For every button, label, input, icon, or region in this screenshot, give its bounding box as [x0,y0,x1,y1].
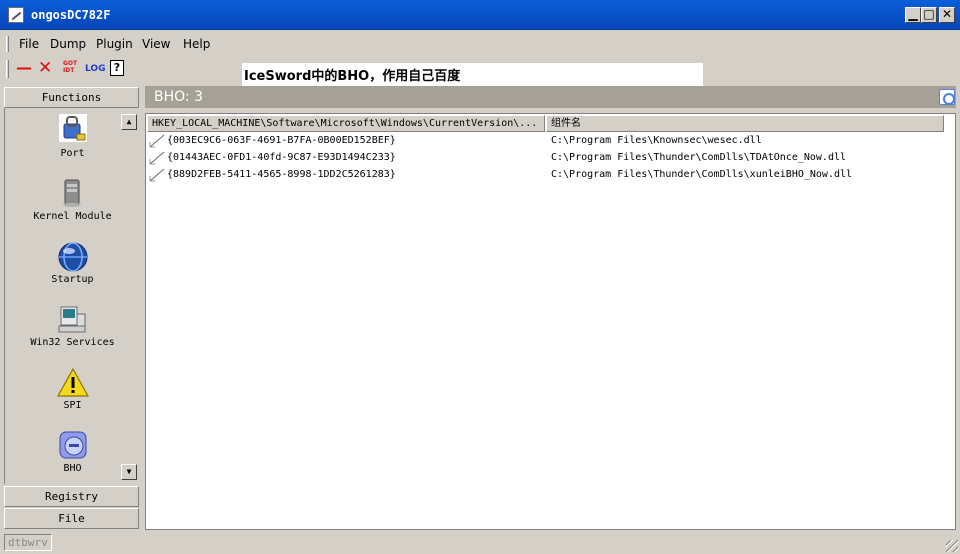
annotation-text: IceSword中的BHO，作用自己百度 [244,69,461,84]
row-path: C:\Program Files\Knownsec\wesec.dll [551,135,762,146]
toolbar-grip [6,60,9,78]
warning-icon[interactable] [56,367,90,397]
column-header-registry-key[interactable]: HKEY_LOCAL_MACHINE\Software\Microsoft\Wi… [147,115,545,132]
row-key: {003EC9C6-063F-4691-B7FA-0B00ED152BEF} [167,135,396,146]
scroll-up-button[interactable]: ▲ [121,114,137,130]
page-title: BHO: 3 [154,89,203,105]
func-kernel-module-label[interactable]: Kernel Module [5,211,140,222]
resize-grip-icon[interactable] [946,540,958,552]
bho-icon[interactable] [57,429,87,459]
func-spi-label[interactable]: SPI [5,400,140,411]
status-bar: dtbwrv [0,532,960,554]
functions-panel: Functions Port Kernel Module Startup Win… [4,86,140,530]
row-path: C:\Program Files\Thunder\ComDlls\xunleiB… [551,169,853,180]
registry-header[interactable]: Registry [4,486,139,507]
table-row[interactable]: {01443AEC-0FD1-40fd-9C87-E93D1494C233} C… [147,150,955,167]
log-button[interactable]: LOG [85,60,105,78]
window-title: ongosDC782F [31,8,111,22]
table-row[interactable]: {003EC9C6-063F-4691-B7FA-0B00ED152BEF} C… [147,133,955,150]
menu-file[interactable]: File [19,37,39,51]
row-key: {889D2FEB-5411-4565-8998-1DD2C5261283} [167,169,396,180]
delete-button[interactable]: ✕ [38,60,54,78]
got-idt-button[interactable]: GOT IDT [63,60,79,78]
func-bho-label[interactable]: BHO [5,463,140,474]
title-bar[interactable]: ongosDC782F ▁ □ ✕ [0,0,960,30]
help-button[interactable]: ? [110,60,124,76]
registry-value-icon [149,168,165,182]
row-path: C:\Program Files\Thunder\ComDlls\TDAtOnc… [551,152,847,163]
bho-list[interactable]: HKEY_LOCAL_MACHINE\Software\Microsoft\Wi… [145,113,956,530]
func-win32-services-label[interactable]: Win32 Services [5,337,140,348]
menu-plugin[interactable]: Plugin [96,37,133,51]
menu-grip [6,36,9,52]
menu-help[interactable]: Help [183,37,210,51]
table-row[interactable]: {889D2FEB-5411-4565-8998-1DD2C5261283} C… [147,167,955,184]
functions-list: Port Kernel Module Startup Win32 Service… [4,108,139,484]
idt-label: IDT [63,67,75,74]
close-button[interactable]: ✕ [939,7,955,23]
startup-icon[interactable] [57,241,88,272]
win32-services-icon[interactable] [57,304,87,334]
bho-header: BHO: 3 [145,86,956,108]
menu-view[interactable]: View [142,37,170,51]
got-label: GOT [63,60,78,67]
menu-bar: File Dump Plugin View Help [0,31,960,56]
status-text: dtbwrv [4,534,52,551]
column-header-component-name[interactable]: 组件名 [546,115,944,132]
menu-dump[interactable]: Dump [50,37,86,51]
registry-value-icon [149,151,165,165]
functions-header[interactable]: Functions [4,87,139,108]
refresh-icon[interactable] [939,89,955,105]
scroll-down-button[interactable]: ▼ [121,464,137,480]
func-port-label[interactable]: Port [5,148,140,159]
minimize-button[interactable]: ▁ [905,7,921,23]
stop-button[interactable]: — [16,60,32,78]
file-header[interactable]: File [4,508,139,529]
row-key: {01443AEC-0FD1-40fd-9C87-E93D1494C233} [167,152,396,163]
kernel-module-icon[interactable] [57,178,87,208]
app-icon [8,7,24,23]
func-startup-label[interactable]: Startup [5,274,140,285]
registry-value-icon [149,134,165,148]
port-icon[interactable] [57,112,87,142]
maximize-button[interactable]: □ [921,7,937,23]
